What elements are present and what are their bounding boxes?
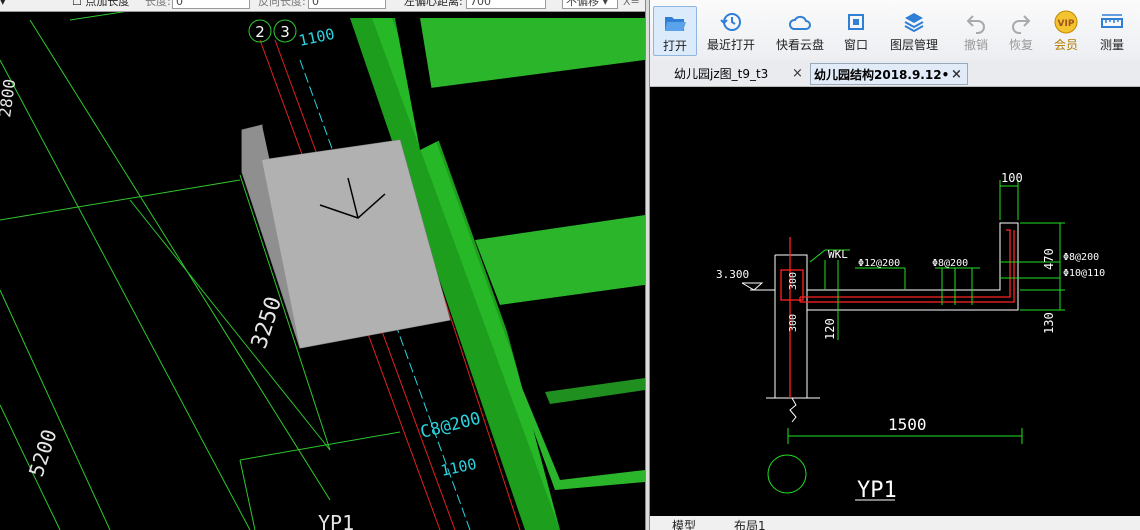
- redo-label: 恢复: [1008, 38, 1033, 52]
- window-button[interactable]: 窗口: [840, 6, 872, 56]
- x-label: X=: [623, 0, 640, 8]
- section-outline: [741, 222, 1019, 423]
- dim-1500: 1500: [888, 415, 927, 434]
- rebar-text: C8@200: [418, 409, 482, 443]
- dim-3250: 3250: [247, 294, 287, 352]
- offset-label: 左偏心距离:: [404, 0, 463, 8]
- viewport-canvas[interactable]: 2 3 2800 3250 5200 1100 1100 C8@200 YP1: [0, 0, 645, 530]
- drawing-texts: 100 WKL Φ12@200 Φ8@200 Φ8@200 Φ10@110 3.…: [716, 171, 1105, 503]
- layer-manager-button[interactable]: 图层管理: [886, 6, 942, 56]
- drawing-title: YP1: [857, 478, 897, 503]
- dim-1100-top: 1100: [297, 25, 336, 50]
- tab-kindergarten-jz[interactable]: 幼儿园jz图_t9_t3 ×: [652, 63, 810, 85]
- reverse-length-input[interactable]: 0: [308, 0, 386, 9]
- drawing-canvas[interactable]: 100 WKL Φ12@200 Φ8@200 Φ8@200 Φ10@110 3.…: [650, 87, 1140, 517]
- axis-label-3: 3: [280, 23, 290, 41]
- label-wkl: WKL: [828, 248, 848, 261]
- rebar-phi8-2: Φ8@200: [1063, 252, 1099, 263]
- dim-300-upper: 300: [788, 272, 799, 290]
- section-rebar: [780, 229, 1015, 398]
- left-3d-viewport[interactable]: 2 3 2800 3250 5200 1100 1100 C8@200 YP1 …: [0, 0, 645, 530]
- dim-300-lower: 300: [788, 314, 799, 332]
- offset-mode-select[interactable]: 不偏移 ▾: [562, 0, 618, 9]
- property-toolbar: ▾ ☐ 点加长度 长度: 0 反向长度: 0 左偏心距离: 700 不偏移 ▾ …: [0, 0, 645, 12]
- layer-manager-label: 图层管理: [889, 38, 938, 52]
- point-length-label: 点加长度: [85, 0, 130, 8]
- recent-clock-icon: [720, 13, 741, 31]
- undo-button[interactable]: 撤销: [960, 6, 992, 56]
- tab-model[interactable]: 模型: [672, 519, 696, 530]
- redo-button[interactable]: 恢复: [1005, 6, 1037, 56]
- element-label: YP1: [318, 511, 354, 530]
- redo-icon: [1012, 15, 1031, 34]
- reverse-length-label: 反向长度:: [258, 0, 306, 8]
- tab-label: 幼儿园结构2018.9.12•: [814, 68, 950, 82]
- rebar-phi8-1: Φ8@200: [932, 258, 968, 269]
- layout-tabs: 模型 布局1: [650, 516, 1140, 530]
- section-bubble: [767, 454, 807, 494]
- cad-viewer-window: 打开 最近打开 快看云盘 窗口 图层管理 撤销 恢复 VIP 会员 测量 幼儿园…: [650, 0, 1140, 530]
- layers-icon: [904, 13, 924, 33]
- vip-icon: VIP: [1054, 10, 1078, 34]
- tab-layout1[interactable]: 布局1: [734, 519, 766, 530]
- dim-1100-bottom: 1100: [439, 455, 478, 480]
- axis-bubbles: 2 3: [248, 19, 297, 43]
- ruler-icon: [1101, 14, 1123, 28]
- measure-button[interactable]: 测量: [1096, 6, 1128, 56]
- dim-130: 130: [1042, 312, 1056, 334]
- recent-open-button[interactable]: 最近打开: [704, 6, 758, 56]
- vip-label: 会员: [1053, 38, 1078, 52]
- cloud-disk-button[interactable]: 快看云盘: [772, 6, 828, 56]
- rebar-phi10: Φ10@110: [1063, 268, 1105, 279]
- recent-open-label: 最近打开: [706, 38, 755, 52]
- offset-dropdown-arrow[interactable]: ▾: [0, 0, 6, 9]
- dim-2800: 2800: [0, 78, 19, 119]
- elevation-text: 3.300: [716, 268, 749, 281]
- point-length-checkbox[interactable]: ☐ 点加长度: [72, 0, 129, 9]
- offset-input[interactable]: 700: [466, 0, 546, 9]
- vip-button[interactable]: VIP 会员: [1050, 6, 1082, 56]
- dim-5200: 5200: [24, 426, 62, 479]
- window-label: 窗口: [843, 38, 868, 52]
- close-icon[interactable]: ×: [792, 63, 803, 85]
- undo-icon: [966, 15, 985, 34]
- undo-label: 撤销: [963, 38, 988, 52]
- dim-120: 120: [823, 318, 837, 340]
- open-button[interactable]: 打开: [653, 6, 697, 56]
- document-tabs: 幼儿园jz图_t9_t3 × 幼儿园结构2018.9.12• ×: [650, 60, 1140, 87]
- cloud-icon: [788, 15, 811, 30]
- axis-label-2: 2: [255, 23, 265, 41]
- rebar-phi12: Φ12@200: [858, 258, 900, 269]
- open-label: 打开: [662, 39, 687, 53]
- vip-badge-text: VIP: [1058, 19, 1075, 29]
- folder-open-icon: [665, 17, 686, 31]
- dim-470: 470: [1042, 248, 1056, 270]
- dimension-lines: [787, 180, 1065, 444]
- cloud-disk-label: 快看云盘: [775, 38, 824, 52]
- tab-kindergarten-structure[interactable]: 幼儿园结构2018.9.12• ×: [810, 63, 968, 85]
- length-input[interactable]: 0: [172, 0, 250, 9]
- length-label: 长度:: [145, 0, 171, 8]
- tab-label: 幼儿园jz图_t9_t3: [674, 67, 769, 81]
- viewer-toolbar: 打开 最近打开 快看云盘 窗口 图层管理 撤销 恢复 VIP 会员 测量: [650, 0, 1140, 61]
- window-icon: [848, 14, 864, 30]
- dim-top-100: 100: [1001, 171, 1023, 185]
- close-icon[interactable]: ×: [951, 64, 962, 84]
- offset-mode-value: 不偏移: [566, 0, 599, 8]
- measure-label: 测量: [1099, 38, 1124, 52]
